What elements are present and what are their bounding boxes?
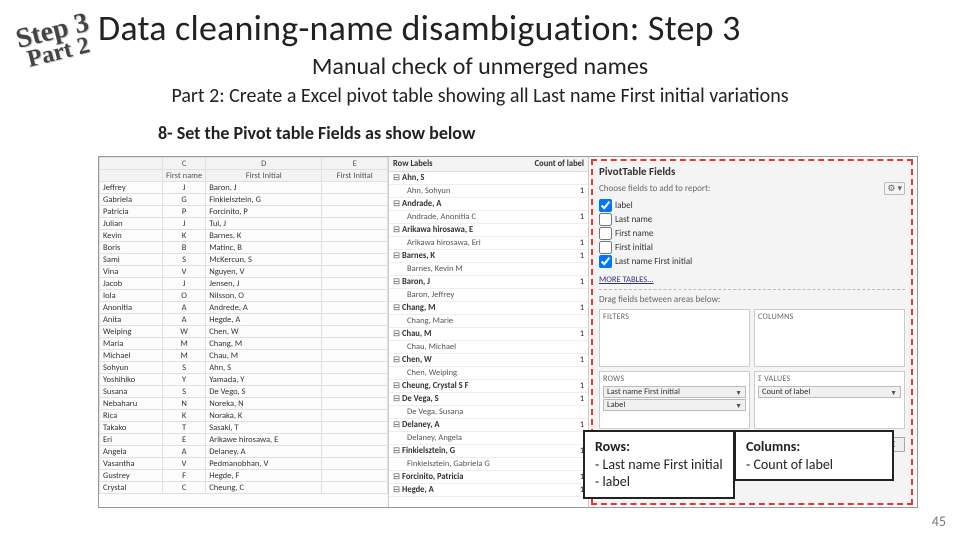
pivot-group-row[interactable]: Finkielsztein, G1 bbox=[389, 445, 588, 458]
pivot-header-right: Count of label bbox=[535, 159, 584, 169]
pivot-sub-row[interactable]: De Vega, Susana bbox=[389, 406, 588, 419]
pivot-group-row[interactable]: Arikawa hirosawa, E bbox=[389, 224, 588, 237]
area-chip[interactable]: Label▼ bbox=[603, 399, 746, 411]
table-row: RicaKNoraka, K bbox=[100, 410, 388, 422]
pivot-group-row[interactable]: Cheung, Crystal S F1 bbox=[389, 380, 588, 393]
pivot-group-row[interactable]: Ahn, S bbox=[389, 172, 588, 185]
area-chip[interactable]: Count of label▼ bbox=[758, 386, 901, 398]
table-row: GustreyFHegde, F bbox=[100, 470, 388, 482]
table-row: YoshihikoYYamada, Y bbox=[100, 374, 388, 386]
pivot-sub-row[interactable]: Chau, Michael bbox=[389, 341, 588, 354]
pivot-header-left: Row Labels bbox=[393, 159, 433, 169]
field-checkbox[interactable]: label bbox=[599, 199, 905, 213]
pivot-sub-row[interactable]: Ahn, Sohyun1 bbox=[389, 185, 588, 198]
column-header: First name bbox=[162, 170, 205, 182]
pivot-group-row[interactable]: Delaney, A1 bbox=[389, 419, 588, 432]
step-instruction: 8- Set the Pivot table Fields as show be… bbox=[158, 122, 475, 144]
area-values[interactable]: Σ VALUES Count of label▼ bbox=[754, 371, 905, 429]
pivot-sub-row[interactable]: Chen, Weiping bbox=[389, 367, 588, 380]
pivot-sub-row[interactable]: Finkielsztein, Gabriela G bbox=[389, 458, 588, 471]
column-letter bbox=[100, 158, 163, 170]
table-row: SohyunSAhn, S bbox=[100, 362, 388, 374]
area-filters[interactable]: FILTERS bbox=[599, 309, 750, 367]
area-columns[interactable]: COLUMNS bbox=[754, 309, 905, 367]
table-row: BorisBMatinc, B bbox=[100, 242, 388, 254]
table-row: GabrielaGFinkielsztein, G bbox=[100, 194, 388, 206]
area-rows[interactable]: ROWS Last name First initial▼Label▼ bbox=[599, 371, 750, 429]
pivot-group-row[interactable]: Barnes, K1 bbox=[389, 250, 588, 263]
pivot-sub-row[interactable]: Baron, Jeffrey bbox=[389, 289, 588, 302]
pane-hint: Choose fields to add to report: bbox=[599, 183, 710, 194]
table-row: PatriciaPForcinito, P bbox=[100, 206, 388, 218]
area-chip[interactable]: Last name First initial▼ bbox=[603, 386, 746, 398]
table-row: JulianJTul, J bbox=[100, 218, 388, 230]
table-row: CrystalCCheung, C bbox=[100, 482, 388, 494]
callout-rows-heading: Rows: bbox=[595, 438, 723, 456]
table-row: IolaONilsson, O bbox=[100, 290, 388, 302]
table-row: NebaharuNNoreka, N bbox=[100, 398, 388, 410]
worksheet-grid: CDE First nameFirst InitialFirst Initial… bbox=[99, 157, 389, 507]
pivot-table: Row Labels Count of label Ahn, SAhn, Soh… bbox=[389, 157, 589, 507]
field-list: labelLast nameFirst nameFirst initialLas… bbox=[599, 199, 905, 269]
callout-cols-heading: Columns: bbox=[746, 438, 882, 456]
table-row: AnonitiaAAndrede, A bbox=[100, 302, 388, 314]
table-row: MichaelMChau, M bbox=[100, 350, 388, 362]
table-row: JeffreyJBaron, J bbox=[100, 182, 388, 194]
more-tables-link[interactable]: MORE TABLES... bbox=[599, 275, 905, 285]
field-checkbox[interactable]: Last name First initial bbox=[599, 255, 905, 269]
table-row: MariaMChang, M bbox=[100, 338, 388, 350]
table-row: KevinKBarnes, K bbox=[100, 230, 388, 242]
slide-subtitle: Manual check of unmerged names bbox=[0, 52, 960, 81]
column-letter: C bbox=[162, 158, 205, 170]
table-row: EriEArikawe hirosawa, E bbox=[100, 434, 388, 446]
column-letter: E bbox=[322, 158, 388, 170]
table-row: WeipingWChen, W bbox=[100, 326, 388, 338]
pivot-group-row[interactable]: Hegde, A1 bbox=[389, 484, 588, 497]
table-row: VasanthaVPedmanobhan, V bbox=[100, 458, 388, 470]
pivot-sub-row[interactable]: Andrade, Anonitia C1 bbox=[389, 211, 588, 224]
gear-icon[interactable]: ⚙ ▾ bbox=[884, 182, 905, 195]
callout-rows: Rows: - Last name First initial - label bbox=[583, 430, 735, 499]
pivot-group-row[interactable]: De Vega, S1 bbox=[389, 393, 588, 406]
drag-hint: Drag fields between areas below: bbox=[599, 289, 905, 305]
table-row: AngelaADelaney, A bbox=[100, 446, 388, 458]
table-row: SamiSMcKercun, S bbox=[100, 254, 388, 266]
pivot-group-row[interactable]: Chen, W1 bbox=[389, 354, 588, 367]
pivot-group-row[interactable]: Baron, J1 bbox=[389, 276, 588, 289]
column-header: First Initial bbox=[206, 170, 322, 182]
field-checkbox[interactable]: First name bbox=[599, 227, 905, 241]
slide-title: Data cleaning-name disambiguation: Step … bbox=[98, 6, 950, 50]
callout-columns: Columns: - Count of label bbox=[734, 430, 894, 481]
pivot-group-row[interactable]: Forcinito, Patricia1 bbox=[389, 471, 588, 484]
field-checkbox[interactable]: Last name bbox=[599, 213, 905, 227]
part-description: Part 2: Create a Excel pivot table showi… bbox=[0, 84, 960, 108]
slide-number: 45 bbox=[932, 513, 946, 530]
column-header: First Initial bbox=[322, 170, 388, 182]
field-checkbox[interactable]: First initial bbox=[599, 241, 905, 255]
table-row: VinaVNguyen, V bbox=[100, 266, 388, 278]
table-row: TakakoTSasaki, T bbox=[100, 422, 388, 434]
pivot-group-row[interactable]: Chau, M1 bbox=[389, 328, 588, 341]
pivot-group-row[interactable]: Chang, M1 bbox=[389, 302, 588, 315]
table-row: AnitaAHegde, A bbox=[100, 314, 388, 326]
pivot-sub-row[interactable]: Delaney, Angela bbox=[389, 432, 588, 445]
pivot-sub-row[interactable]: Barnes, Kevin M bbox=[389, 263, 588, 276]
pane-title: PivotTable Fields bbox=[599, 165, 905, 178]
pivot-sub-row[interactable]: Chang, Marie bbox=[389, 315, 588, 328]
table-row: JacobJJensen, J bbox=[100, 278, 388, 290]
column-letter: D bbox=[206, 158, 322, 170]
table-row: SusanaSDe Vego, S bbox=[100, 386, 388, 398]
pivot-sub-row[interactable]: Arikawa hirosawa, Eri1 bbox=[389, 237, 588, 250]
pivot-group-row[interactable]: Andrade, A bbox=[389, 198, 588, 211]
